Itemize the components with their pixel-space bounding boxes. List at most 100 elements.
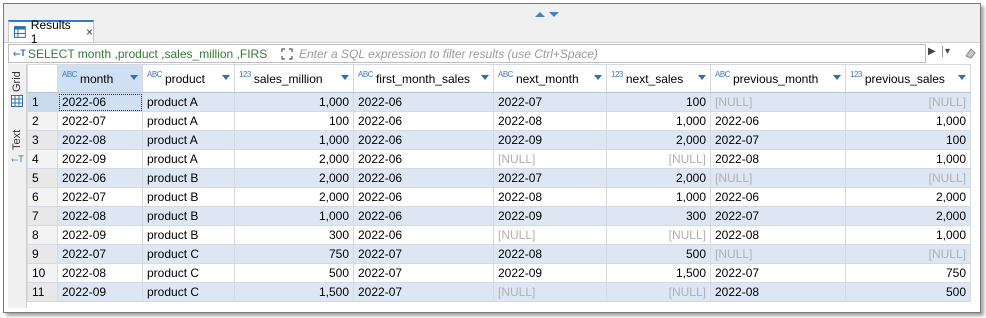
cell-month[interactable]: 2022-07 [57, 244, 143, 264]
cell-product[interactable]: product A [142, 111, 235, 131]
cell-sales-million[interactable]: 2,000 [234, 149, 354, 169]
cell-sales-million[interactable]: 1,000 [234, 130, 354, 150]
cell-sales-million[interactable]: 2,000 [234, 187, 354, 207]
cell-previous-month[interactable]: 2022-08 [710, 225, 846, 245]
cell-previous-month[interactable]: 2022-07 [710, 263, 846, 283]
table-row[interactable]: 2 2022-07 product A 100 2022-06 2022-08 1,000 2… [27, 111, 971, 131]
cell-month[interactable]: 2022-09 [57, 225, 143, 245]
row-number[interactable]: 1 [27, 92, 58, 112]
cell-product[interactable]: product B [142, 206, 235, 226]
cell-product[interactable]: product B [142, 168, 235, 188]
row-number[interactable]: 5 [27, 168, 58, 188]
cell-previous-month[interactable]: 2022-06 [710, 187, 846, 207]
cell-month[interactable]: 2022-08 [57, 206, 143, 226]
cell-next-sales[interactable]: 300 [606, 206, 711, 226]
row-number[interactable]: 8 [27, 225, 58, 245]
cell-product[interactable]: product C [142, 244, 235, 264]
cell-sales-million[interactable]: 1,000 [234, 92, 354, 112]
cell-month[interactable]: 2022-06 [57, 92, 143, 112]
sort-arrow-icon[interactable] [130, 75, 138, 80]
cell-previous-month[interactable]: 2022-06 [710, 111, 846, 131]
cell-first-month-sales[interactable]: 2022-06 [353, 111, 494, 131]
cell-first-month-sales[interactable]: 2022-07 [353, 282, 494, 302]
column-header-previous-month[interactable]: ABC previous_month [710, 64, 846, 93]
cell-product[interactable]: product A [142, 130, 235, 150]
cell-next-sales[interactable]: 2,000 [606, 168, 711, 188]
row-number[interactable]: 3 [27, 130, 58, 150]
cell-previous-month[interactable]: 2022-08 [710, 282, 846, 302]
cell-sales-million[interactable]: 100 [234, 111, 354, 131]
column-header-sales-million[interactable]: 123 sales_million [234, 64, 354, 93]
cell-previous-sales[interactable]: 2,000 [845, 187, 971, 207]
cell-product[interactable]: product C [142, 282, 235, 302]
sort-arrow-icon[interactable] [833, 75, 841, 80]
cell-sales-million[interactable]: 1,500 [234, 282, 354, 302]
column-header-next-month[interactable]: ABC next_month [493, 64, 607, 93]
cell-sales-million[interactable]: 1,000 [234, 206, 354, 226]
sort-arrow-icon[interactable] [481, 75, 489, 80]
cell-next-month[interactable]: [NULL] [493, 149, 607, 169]
column-header-next-sales[interactable]: 123 next_sales [606, 64, 711, 93]
cell-product[interactable]: product B [142, 225, 235, 245]
cell-previous-sales[interactable]: 1,000 [845, 225, 971, 245]
cell-next-sales[interactable]: 2,000 [606, 130, 711, 150]
cell-first-month-sales[interactable]: 2022-06 [353, 225, 494, 245]
cell-previous-month[interactable]: [NULL] [710, 244, 846, 264]
close-tab-icon[interactable]: × [86, 25, 93, 39]
expand-icon[interactable] [281, 48, 293, 60]
table-row[interactable]: 9 2022-07 product C 750 2022-07 2022-08 500 [NU… [27, 244, 971, 264]
cell-product[interactable]: product A [142, 92, 235, 112]
cell-previous-month[interactable]: [NULL] [710, 92, 846, 112]
cell-next-month[interactable]: 2022-07 [493, 92, 607, 112]
cell-sales-million[interactable]: 750 [234, 244, 354, 264]
cell-first-month-sales[interactable]: 2022-06 [353, 168, 494, 188]
cell-next-sales[interactable]: [NULL] [606, 225, 711, 245]
filter-input[interactable]: ⬸T SELECT month ,product ,sales_million … [8, 44, 926, 63]
table-row[interactable]: 3 2022-08 product A 1,000 2022-06 2022-09 2,00… [27, 130, 971, 150]
sort-arrow-icon[interactable] [341, 75, 349, 80]
tab-grid[interactable]: Grid [8, 64, 26, 112]
cell-first-month-sales[interactable]: 2022-06 [353, 206, 494, 226]
cell-previous-sales[interactable]: [NULL] [845, 168, 971, 188]
apply-filter-icon[interactable]: ▶ [928, 46, 936, 57]
cell-previous-sales[interactable]: [NULL] [845, 244, 971, 264]
cell-first-month-sales[interactable]: 2022-06 [353, 187, 494, 207]
cell-next-month[interactable]: 2022-07 [493, 168, 607, 188]
table-row[interactable]: 5 2022-06 product B 2,000 2022-06 2022-07 2,00… [27, 168, 971, 188]
cell-next-month[interactable]: 2022-09 [493, 130, 607, 150]
sort-arrow-icon[interactable] [222, 75, 230, 80]
row-number[interactable]: 11 [27, 282, 58, 302]
cell-month[interactable]: 2022-08 [57, 130, 143, 150]
cell-next-month[interactable]: 2022-08 [493, 187, 607, 207]
tab-results-1[interactable]: Results 1 × [8, 18, 94, 46]
cell-sales-million[interactable]: 300 [234, 225, 354, 245]
cell-next-month[interactable]: [NULL] [493, 282, 607, 302]
sort-arrow-icon[interactable] [594, 75, 602, 80]
tab-text[interactable]: Text ⬸T [8, 122, 26, 172]
cell-next-sales[interactable]: 500 [606, 244, 711, 264]
cell-next-month[interactable]: [NULL] [493, 225, 607, 245]
cell-next-sales[interactable]: 1,000 [606, 111, 711, 131]
table-row[interactable]: 10 2022-08 product C 500 2022-07 2022-09 1,500… [27, 263, 971, 283]
cell-next-sales[interactable]: [NULL] [606, 282, 711, 302]
cell-product[interactable]: product C [142, 263, 235, 283]
column-header-product[interactable]: ABC product [142, 64, 235, 93]
table-row[interactable]: 11 2022-09 product C 1,500 2022-07 [NULL] [NUL… [27, 282, 971, 302]
cell-next-month[interactable]: 2022-08 [493, 244, 607, 264]
table-row[interactable]: 8 2022-09 product B 300 2022-06 [NULL] [NULL] 2… [27, 225, 971, 245]
table-row[interactable]: 1 2022-06 product A 1,000 2022-06 2022-07 100[… [27, 92, 971, 112]
cell-month[interactable]: 2022-06 [57, 168, 143, 188]
cell-previous-month[interactable]: 2022-07 [710, 130, 846, 150]
row-number[interactable]: 6 [27, 187, 58, 207]
cell-first-month-sales[interactable]: 2022-06 [353, 130, 494, 150]
row-number-header[interactable] [27, 64, 58, 93]
row-number[interactable]: 7 [27, 206, 58, 226]
cell-sales-million[interactable]: 500 [234, 263, 354, 283]
cell-next-month[interactable]: 2022-09 [493, 206, 607, 226]
cell-month[interactable]: 2022-09 [57, 149, 143, 169]
sort-arrow-icon[interactable] [958, 75, 966, 80]
row-number[interactable]: 2 [27, 111, 58, 131]
cell-previous-sales[interactable]: 750 [845, 263, 971, 283]
cell-product[interactable]: product B [142, 187, 235, 207]
cell-next-month[interactable]: 2022-08 [493, 111, 607, 131]
